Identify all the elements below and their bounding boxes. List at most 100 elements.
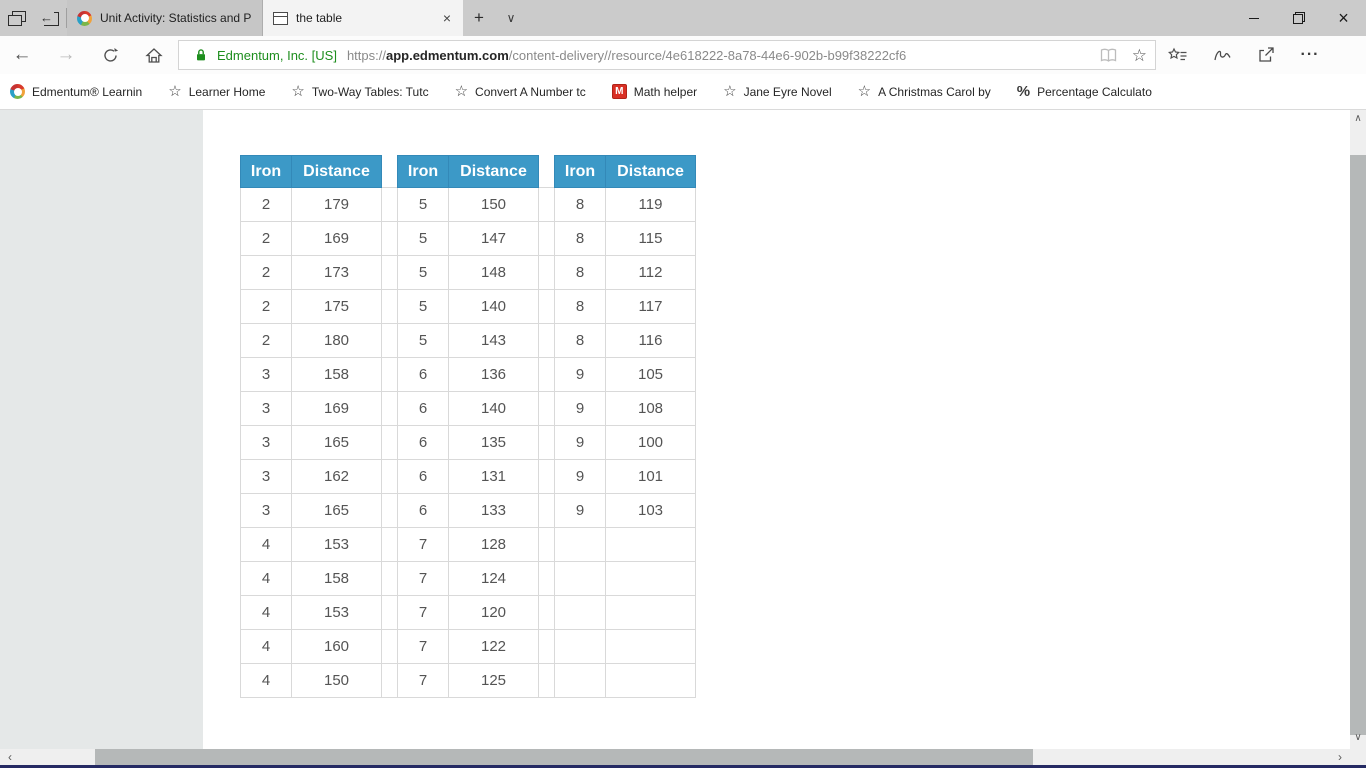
spacer-cell bbox=[538, 459, 555, 494]
edmentum-logo-icon bbox=[10, 84, 25, 99]
spacer-cell bbox=[538, 561, 555, 596]
set-tabs-aside-button[interactable]: ← bbox=[33, 0, 66, 36]
set-aside-icon: ← bbox=[40, 11, 59, 26]
spacer-cell bbox=[538, 289, 555, 324]
table-cell: 6 bbox=[397, 425, 449, 460]
table-body: 2 179 5 150 8 119 2 169 5 147 8 115 2 173 5 148 8 112 2 175… bbox=[240, 187, 696, 698]
bookmark-item[interactable]: ☆ Two-Way Tables: Tutc bbox=[291, 84, 428, 99]
table-cell: 6 bbox=[397, 459, 449, 494]
table-cell bbox=[605, 629, 696, 664]
table-cell: 108 bbox=[605, 391, 696, 426]
navigation-toolbar: ← → Edmentum, Inc. [US] https://app.edme… bbox=[0, 36, 1366, 74]
spacer-cell bbox=[538, 493, 555, 528]
favorites-hub-button[interactable] bbox=[1156, 47, 1200, 64]
vertical-scroll-thumb[interactable] bbox=[1350, 155, 1366, 735]
tab-close-icon[interactable]: × bbox=[441, 10, 453, 26]
table-cell: 135 bbox=[448, 425, 539, 460]
new-tab-button[interactable]: + bbox=[463, 0, 495, 36]
back-button[interactable]: ← bbox=[0, 44, 44, 66]
bookmark-item[interactable]: ☆ Jane Eyre Novel bbox=[723, 84, 832, 99]
table-cell: 9 bbox=[554, 459, 606, 494]
url-path: /content-delivery//resource/4e618222-8a7… bbox=[508, 47, 907, 63]
refresh-button[interactable] bbox=[88, 47, 132, 64]
refresh-icon bbox=[103, 47, 118, 62]
table-cell: 2 bbox=[240, 323, 292, 358]
horizontal-scrollbar[interactable]: ‹ › bbox=[0, 749, 1350, 765]
table-cell: 122 bbox=[448, 629, 539, 664]
minimize-button[interactable] bbox=[1231, 0, 1276, 36]
tab-unit-activity[interactable]: Unit Activity: Statistics and P bbox=[67, 0, 263, 36]
table-cell: 115 bbox=[605, 221, 696, 256]
tabs-set-aside-list-button[interactable] bbox=[0, 0, 33, 36]
table-cell: 9 bbox=[554, 425, 606, 460]
table-cell bbox=[605, 527, 696, 562]
ink-pen-icon bbox=[1213, 50, 1231, 61]
bookmark-item[interactable]: ☆ Learner Home bbox=[168, 84, 265, 99]
table-cell: 180 bbox=[291, 323, 382, 358]
spacer-cell bbox=[538, 357, 555, 392]
table-cell: 5 bbox=[397, 255, 449, 290]
bookmark-label: Math helper bbox=[633, 84, 698, 99]
page-content: Iron Distance Iron Distance Iron Distance 2 17… bbox=[203, 110, 1350, 749]
bookmark-item[interactable]: Edmentum® Learnin bbox=[10, 84, 142, 99]
table-cell: 8 bbox=[554, 221, 606, 256]
table-cell: 117 bbox=[605, 289, 696, 324]
spacer-cell bbox=[538, 221, 555, 256]
minimize-icon bbox=[1248, 17, 1259, 19]
table-row: 4 150 7 125 bbox=[240, 663, 696, 698]
home-button[interactable] bbox=[132, 47, 176, 64]
vertical-scrollbar[interactable]: ∧ ∨ bbox=[1350, 110, 1366, 749]
bookmark-item[interactable]: M Math helper bbox=[611, 84, 698, 99]
table-cell: 128 bbox=[448, 527, 539, 562]
table-cell: 5 bbox=[397, 221, 449, 256]
address-bar[interactable]: Edmentum, Inc. [US] https://app.edmentum… bbox=[178, 40, 1156, 70]
star-icon: ☆ bbox=[857, 83, 872, 100]
close-button[interactable]: × bbox=[1321, 0, 1366, 36]
tab-the-table[interactable]: the table × bbox=[263, 0, 463, 36]
tab-list-chevron-icon[interactable]: ∨ bbox=[495, 0, 527, 36]
spacer-cell bbox=[381, 391, 398, 426]
tabs-aside-icon bbox=[8, 10, 26, 26]
spacer-cell bbox=[381, 663, 398, 698]
table-cell: 140 bbox=[448, 289, 539, 324]
annotate-button[interactable] bbox=[1200, 47, 1244, 63]
bookmark-item[interactable]: ☆ A Christmas Carol by bbox=[858, 84, 991, 99]
reading-view-icon bbox=[1099, 47, 1118, 64]
url-text[interactable]: https://app.edmentum.com/content-deliver… bbox=[347, 48, 1091, 63]
table-cell: 158 bbox=[291, 561, 382, 596]
restore-button[interactable] bbox=[1276, 0, 1321, 36]
site-identity-label[interactable]: Edmentum, Inc. [US] bbox=[217, 48, 337, 63]
table-row: 2 180 5 143 8 116 bbox=[240, 323, 696, 358]
title-bar: ← Unit Activity: Statistics and P the ta… bbox=[0, 0, 1366, 36]
more-options-button[interactable]: ··· bbox=[1288, 46, 1332, 64]
table-row: 3 158 6 136 9 105 bbox=[240, 357, 696, 392]
bookmark-item[interactable]: % Percentage Calculato bbox=[1017, 84, 1152, 99]
scroll-up-icon[interactable]: ∧ bbox=[1350, 110, 1366, 126]
table-cell: 150 bbox=[448, 187, 539, 222]
share-button[interactable] bbox=[1244, 46, 1288, 64]
add-favorite-star-icon[interactable]: ☆ bbox=[1132, 47, 1147, 64]
star-icon: ☆ bbox=[168, 83, 182, 100]
spacer-cell bbox=[381, 629, 398, 664]
table-cell: 105 bbox=[605, 357, 696, 392]
table-cell: 5 bbox=[397, 187, 449, 222]
table-cell: 2 bbox=[240, 289, 292, 324]
bookmark-label: Percentage Calculato bbox=[1037, 84, 1152, 99]
horizontal-scroll-thumb[interactable] bbox=[95, 749, 1033, 765]
table-cell: 9 bbox=[554, 493, 606, 528]
table-cell: 173 bbox=[291, 255, 382, 290]
restore-icon bbox=[1292, 12, 1305, 24]
bookmark-item[interactable]: ☆ Convert A Number tc bbox=[455, 84, 586, 99]
spacer-cell bbox=[381, 595, 398, 630]
table-cell: 7 bbox=[397, 561, 449, 596]
scroll-left-icon[interactable]: ‹ bbox=[2, 749, 18, 765]
scroll-down-icon[interactable]: ∨ bbox=[1350, 729, 1366, 745]
scrollbar-corner bbox=[1350, 749, 1366, 765]
table-cell: 7 bbox=[397, 629, 449, 664]
scroll-right-icon[interactable]: › bbox=[1332, 749, 1348, 765]
table-cell: 179 bbox=[291, 187, 382, 222]
bookmarks-list: Edmentum® Learnin ☆ Learner Home ☆ Two-Way T… bbox=[10, 84, 1152, 99]
spacer-cell bbox=[538, 323, 555, 358]
forward-button: → bbox=[56, 44, 76, 65]
header-spacer bbox=[382, 156, 398, 188]
